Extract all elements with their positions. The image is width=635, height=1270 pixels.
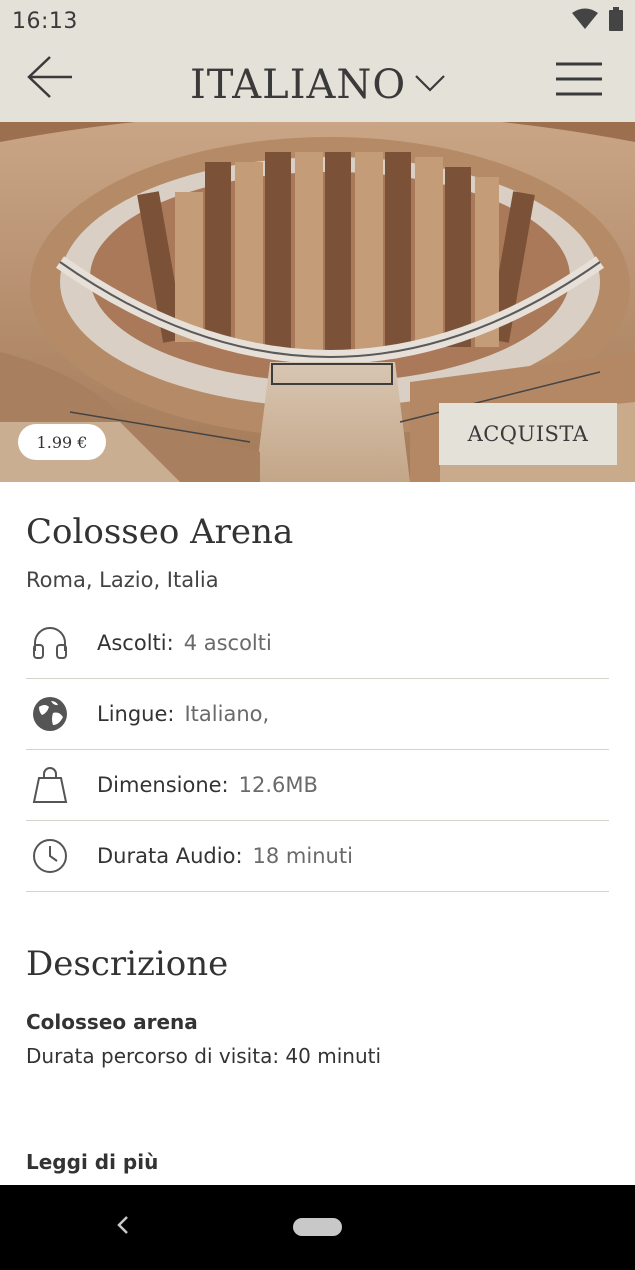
menu-button[interactable]: [553, 56, 605, 106]
bag-icon: [27, 762, 73, 808]
description-text: Durata percorso di visita: 40 minuti: [26, 1044, 382, 1068]
headphones-icon: [27, 620, 73, 666]
status-bar: 16:13: [0, 0, 635, 42]
app-header: ITALIANO: [0, 42, 635, 122]
price-badge: 1.99 €: [18, 424, 106, 460]
info-label: Durata Audio:: [97, 844, 243, 868]
language-label: ITALIANO: [190, 62, 407, 108]
language-selector[interactable]: ITALIANO: [190, 58, 446, 112]
clock-icon: [27, 833, 73, 879]
info-value: 12.6MB: [238, 773, 318, 797]
info-label: Lingue:: [97, 702, 175, 726]
back-arrow-icon: [26, 55, 74, 103]
tour-title: Colosseo Arena: [26, 512, 294, 552]
wifi-icon: [571, 8, 599, 34]
info-row-duration: Durata Audio: 18 minuti: [26, 821, 609, 892]
globe-icon: [27, 691, 73, 737]
menu-icon: [555, 61, 603, 101]
description-title: Descrizione: [26, 944, 229, 984]
battery-icon: [609, 7, 623, 35]
status-icons: [571, 7, 623, 35]
tour-location: Roma, Lazio, Italia: [26, 568, 219, 592]
system-home-button[interactable]: [293, 1218, 342, 1236]
info-value: Italiano,: [184, 702, 270, 726]
system-nav-bar: [0, 1185, 635, 1270]
hero-image: 1.99 € ACQUISTA: [0, 122, 635, 482]
chevron-left-icon: [116, 1215, 130, 1239]
buy-button[interactable]: ACQUISTA: [439, 403, 617, 465]
info-value: 4 ascolti: [183, 631, 272, 655]
info-label: Ascolti:: [97, 631, 174, 655]
info-row-size: Dimensione: 12.6MB: [26, 750, 609, 821]
chevron-down-icon: [414, 73, 446, 97]
info-row-listens: Ascolti: 4 ascolti: [26, 608, 609, 679]
info-row-languages: Lingue: Italiano,: [26, 679, 609, 750]
status-time: 16:13: [12, 8, 78, 34]
info-value: 18 minuti: [252, 844, 353, 868]
description-heading: Colosseo arena: [26, 1010, 198, 1034]
system-back-button[interactable]: [108, 1211, 138, 1243]
info-label: Dimensione:: [97, 773, 229, 797]
back-button[interactable]: [22, 54, 78, 104]
read-more-link[interactable]: Leggi di più: [26, 1150, 158, 1174]
